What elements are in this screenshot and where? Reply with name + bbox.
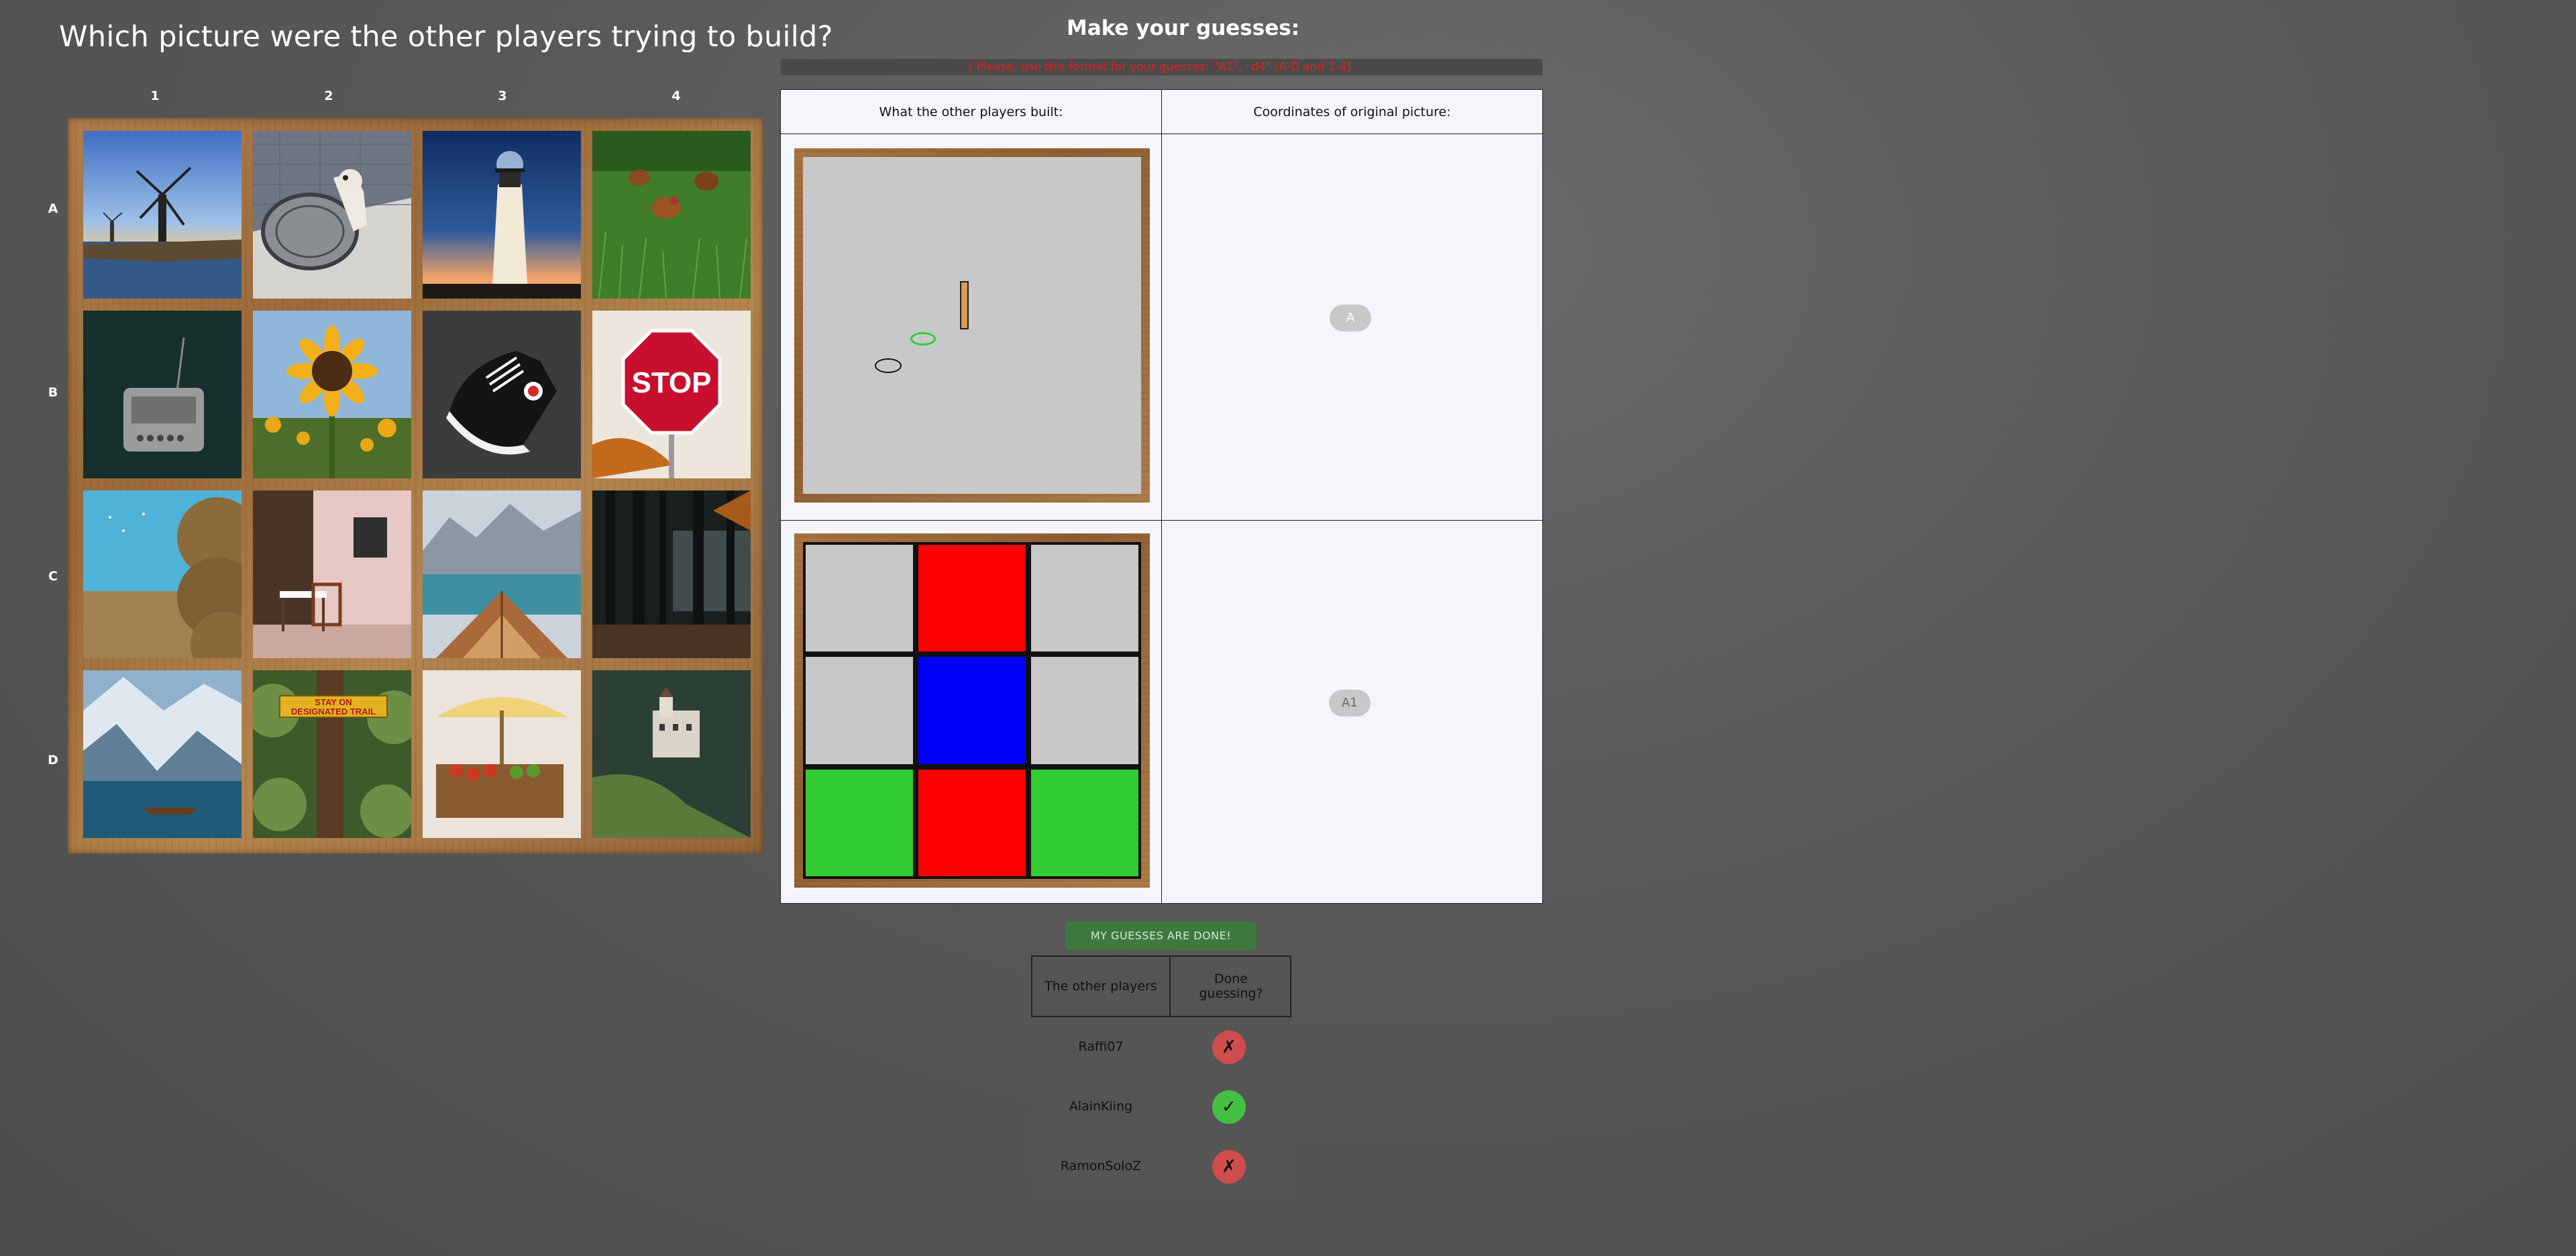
tile-c1-hay-bales: [83, 490, 241, 658]
build-2-canvas: [803, 542, 1141, 879]
column-label-1: 1: [150, 89, 160, 103]
guess-input-2[interactable]: A1: [1329, 690, 1371, 717]
build-1-black-ring-piece: [875, 358, 902, 373]
trail-sign-text-line2: DESIGNATED TRAIL: [291, 706, 376, 717]
tile-c4-forest: [592, 490, 751, 658]
stop-sign-text: STOP: [631, 366, 711, 399]
player-name: RamonSoloZ: [1060, 1159, 1142, 1173]
players-table-header: The other players Done guessing?: [1031, 955, 1291, 1017]
tile-b2-sunflower: [253, 311, 411, 478]
guess-input-1[interactable]: A: [1330, 305, 1371, 331]
column-label-3: 3: [498, 89, 507, 103]
build-1-green-ring-piece: [910, 332, 936, 346]
tile-a4-chickens: [592, 131, 751, 299]
tile-d1-mountain-lake: [83, 670, 241, 838]
picture-board: STOP STAY ON DESIGNATED TRAIL: [68, 118, 763, 853]
player-row: RamonSoloZ ✗: [1031, 1137, 1291, 1196]
row-label-c: C: [48, 569, 58, 584]
build-2-cell: [803, 542, 916, 654]
build-1-board: [794, 148, 1150, 503]
player-row: Raffi07 ✗: [1031, 1017, 1291, 1076]
tile-d2-trail-sign: STAY ON DESIGNATED TRAIL: [253, 670, 411, 838]
build-2-cell: [916, 542, 1028, 654]
guess-title: Make your guesses:: [1067, 16, 1300, 40]
player-row: AlainKiing ✓: [1031, 1077, 1291, 1136]
build-2-cell: [1028, 654, 1141, 767]
build-2-cell: [916, 654, 1028, 767]
header-done-guessing: Done guessing?: [1199, 972, 1263, 1001]
table-divider-vertical: [1161, 90, 1162, 903]
row-label-d: D: [48, 753, 58, 768]
tile-b1-radio: [83, 311, 241, 478]
tile-c2-cafe: [253, 490, 411, 658]
build-2-cell: [803, 654, 916, 767]
header-other-players: The other players: [1032, 957, 1171, 1016]
header-coordinates: Coordinates of original picture:: [1162, 90, 1542, 134]
build-2-cell: [1028, 767, 1141, 879]
build-2-cell: [1028, 542, 1141, 654]
player-name: AlainKiing: [1069, 1099, 1133, 1114]
players-table: The other players Done guessing? Raffi07…: [1031, 955, 1291, 1198]
build-2-cell: [803, 767, 916, 879]
done-guessing-button[interactable]: MY GUESSES ARE DONE!: [1065, 922, 1256, 950]
build-1-canvas: [803, 157, 1141, 494]
board-title: Which picture were the other players try…: [59, 20, 833, 54]
tile-b4-stop-sign: STOP: [592, 311, 751, 478]
player-name: Raffi07: [1078, 1039, 1124, 1054]
column-label-2: 2: [324, 89, 333, 103]
row-label-a: A: [48, 201, 58, 216]
header-what-built: What the other players built:: [781, 90, 1161, 134]
guess-table: What the other players built: Coordinate…: [780, 89, 1543, 904]
tile-a2-dog-manhole: [253, 131, 411, 299]
not-done-icon: ✗: [1212, 1031, 1246, 1064]
build-1-stick-piece: [960, 281, 969, 329]
tile-d3-market: [423, 670, 581, 838]
trail-sign-text-line1: STAY ON: [315, 697, 352, 707]
tile-a3-lighthouse: [423, 131, 581, 299]
row-label-b: B: [48, 385, 58, 400]
tile-c3-boat-lake: [423, 490, 581, 658]
tile-d4-castle: [592, 670, 751, 838]
table-divider-horizontal: [781, 520, 1542, 521]
build-2-cell: [916, 767, 1028, 879]
build-2-board: [794, 533, 1150, 888]
done-check-icon: ✓: [1212, 1090, 1246, 1124]
column-label-4: 4: [672, 89, 681, 103]
tile-a1-windmills: [83, 131, 241, 299]
not-done-icon: ✗: [1212, 1150, 1246, 1184]
tile-b3-sneaker: [423, 311, 581, 478]
format-warning: ! Please, use this format for your guess…: [780, 58, 1543, 76]
